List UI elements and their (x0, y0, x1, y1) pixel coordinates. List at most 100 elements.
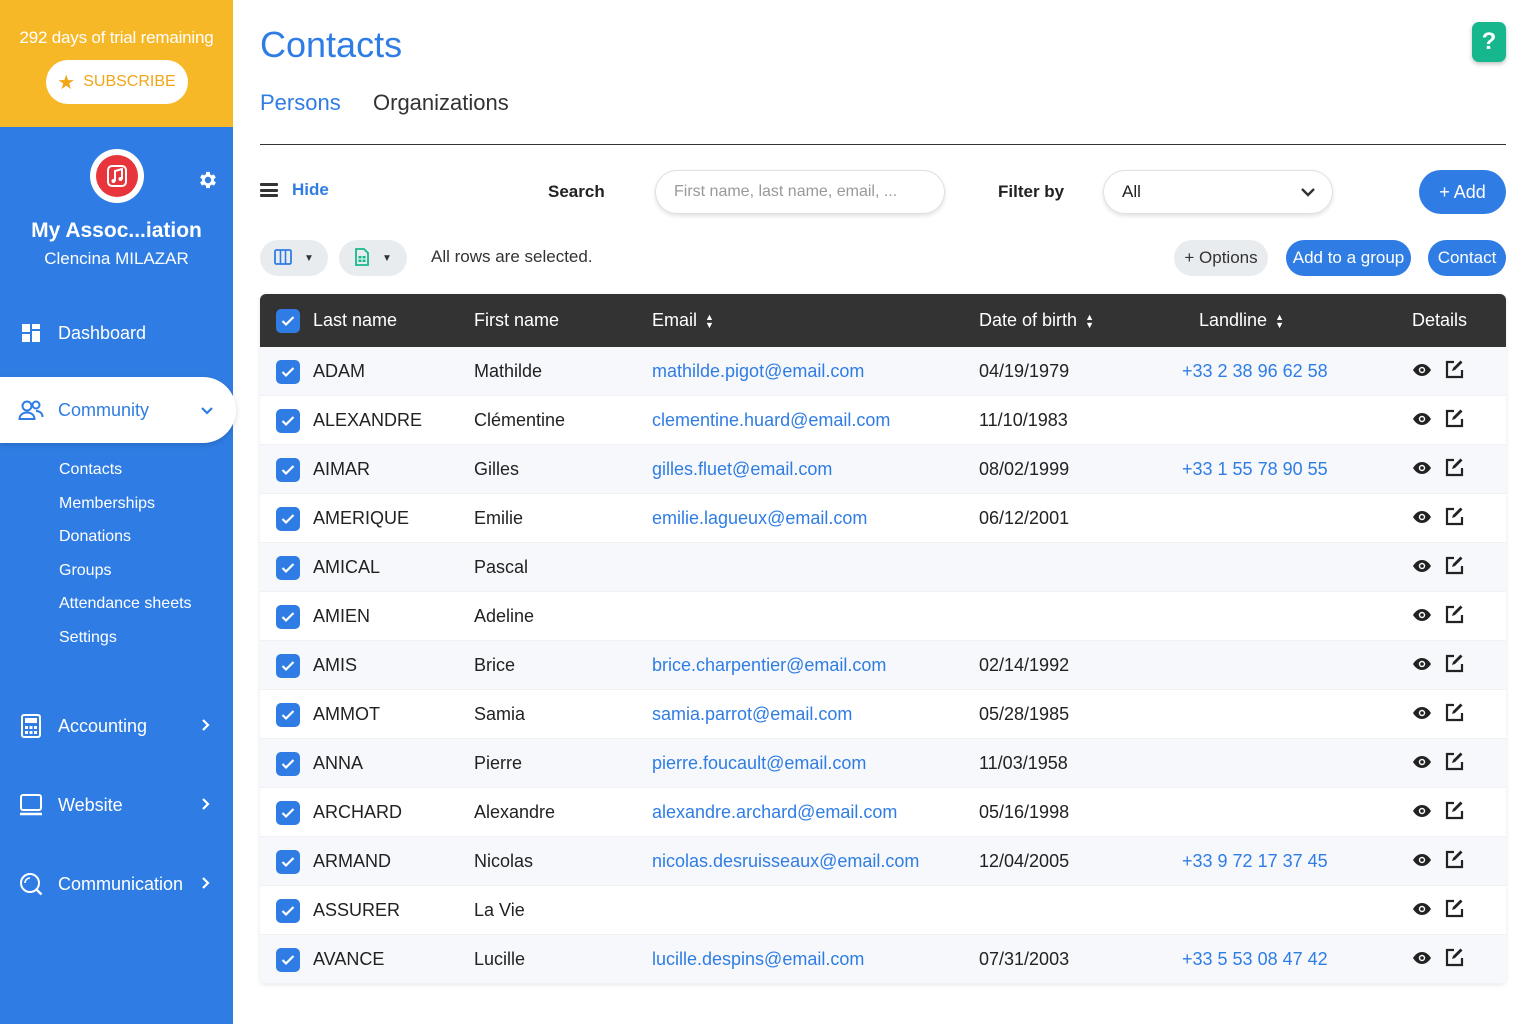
cell-landline-link[interactable]: +33 9 72 17 37 45 (1182, 837, 1328, 886)
subnav-attendance-sheets[interactable]: Attendance sheets (59, 591, 192, 625)
tabs-divider (260, 144, 1506, 145)
eye-icon[interactable] (1412, 557, 1432, 578)
row-checkbox[interactable] (276, 347, 300, 396)
eye-icon[interactable] (1412, 606, 1432, 627)
subnav-settings[interactable]: Settings (59, 625, 192, 659)
row-checkbox[interactable] (276, 445, 300, 494)
row-checkbox[interactable] (276, 886, 300, 935)
edit-icon[interactable] (1444, 506, 1464, 531)
cell-email-link[interactable]: nicolas.desruisseaux@email.com (652, 837, 919, 886)
search-input[interactable] (655, 170, 945, 214)
export-button[interactable]: ▼ (339, 240, 407, 276)
cell-email-link[interactable]: mathilde.pigot@email.com (652, 347, 864, 396)
eye-icon[interactable] (1412, 900, 1432, 921)
eye-icon[interactable] (1412, 508, 1432, 529)
cell-email-link[interactable]: alexandre.archard@email.com (652, 788, 897, 837)
row-checkbox[interactable] (276, 592, 300, 641)
row-checkbox[interactable] (276, 739, 300, 788)
table-row[interactable]: ARMAND Nicolas nicolas.desruisseaux@email.… (260, 837, 1506, 886)
table-row[interactable]: AVANCE Lucille lucille.despins@email.com 07… (260, 935, 1506, 984)
edit-icon[interactable] (1444, 653, 1464, 678)
tab-persons[interactable]: Persons (260, 90, 341, 116)
eye-icon[interactable] (1412, 459, 1432, 480)
cell-email-link[interactable]: samia.parrot@email.com (652, 690, 852, 739)
add-to-group-button[interactable]: Add to a group (1286, 240, 1411, 276)
eye-icon[interactable] (1412, 802, 1432, 823)
header-last-name[interactable]: Last name (313, 294, 397, 347)
edit-icon[interactable] (1444, 408, 1464, 433)
cell-email-link[interactable]: clementine.huard@email.com (652, 396, 890, 445)
edit-icon[interactable] (1444, 898, 1464, 923)
menu-icon (260, 183, 278, 197)
cell-landline-link[interactable]: +33 2 38 96 62 58 (1182, 347, 1328, 396)
nav-community[interactable]: Community (0, 377, 236, 443)
filter-select[interactable]: All (1103, 170, 1333, 214)
help-button[interactable]: ? (1472, 22, 1506, 62)
subscribe-button[interactable]: ★ SUBSCRIBE (45, 60, 188, 104)
eye-icon[interactable] (1412, 704, 1432, 725)
hide-filters-button[interactable]: Hide (260, 180, 329, 200)
contact-button[interactable]: Contact (1428, 240, 1506, 276)
row-checkbox[interactable] (276, 788, 300, 837)
options-button[interactable]: + Options (1174, 240, 1268, 276)
eye-icon[interactable] (1412, 851, 1432, 872)
edit-icon[interactable] (1444, 555, 1464, 580)
table-row[interactable]: AMERIQUE Emilie emilie.lagueux@email.com 06… (260, 494, 1506, 543)
table-row[interactable]: AMICAL Pascal (260, 543, 1506, 592)
table-row[interactable]: AIMAR Gilles gilles.fluet@email.com 08/02/1… (260, 445, 1506, 494)
table-row[interactable]: ALEXANDRE Clémentine clementine.huard@emai… (260, 396, 1506, 445)
edit-icon[interactable] (1444, 751, 1464, 776)
eye-icon[interactable] (1412, 949, 1432, 970)
eye-icon[interactable] (1412, 361, 1432, 382)
table-row[interactable]: ARCHARD Alexandre alexandre.archard@email.… (260, 788, 1506, 837)
row-checkbox[interactable] (276, 690, 300, 739)
subnav-contacts[interactable]: Contacts (59, 457, 192, 491)
edit-icon[interactable] (1444, 800, 1464, 825)
header-email[interactable]: Email ▲ ▼ (652, 294, 714, 347)
cell-landline-link[interactable]: +33 1 55 78 90 55 (1182, 445, 1328, 494)
cell-email-link[interactable]: brice.charpentier@email.com (652, 641, 886, 690)
row-checkbox[interactable] (276, 543, 300, 592)
table-row[interactable]: ANNA Pierre pierre.foucault@email.com 11/03… (260, 739, 1506, 788)
cell-email-link[interactable]: lucille.despins@email.com (652, 935, 864, 984)
nav-website[interactable]: Website (0, 775, 233, 835)
eye-icon[interactable] (1412, 410, 1432, 431)
table-row[interactable]: ADAM Mathilde mathilde.pigot@email.com 04/1… (260, 347, 1506, 396)
nav-accounting[interactable]: Accounting (0, 696, 233, 756)
cell-email-link[interactable]: emilie.lagueux@email.com (652, 494, 867, 543)
table-row[interactable]: ASSURER La Vie (260, 886, 1506, 935)
subnav-memberships[interactable]: Memberships (59, 491, 192, 525)
cell-first-name: Mathilde (474, 361, 543, 381)
select-all-checkbox[interactable] (276, 294, 300, 347)
edit-icon[interactable] (1444, 359, 1464, 384)
nav-communication[interactable]: Communication (0, 854, 233, 914)
header-first-name[interactable]: First name (474, 294, 559, 347)
nav-dashboard[interactable]: Dashboard (0, 303, 233, 363)
header-landline[interactable]: Landline ▲ ▼ (1199, 294, 1284, 347)
row-checkbox[interactable] (276, 837, 300, 886)
edit-icon[interactable] (1444, 849, 1464, 874)
columns-toggle-button[interactable]: ▼ (260, 240, 328, 276)
row-checkbox[interactable] (276, 396, 300, 445)
table-row[interactable]: AMIEN Adeline (260, 592, 1506, 641)
eye-icon[interactable] (1412, 655, 1432, 676)
header-date-of-birth[interactable]: Date of birth ▲ ▼ (979, 294, 1094, 347)
table-row[interactable]: AMMOT Samia samia.parrot@email.com 05/28/19… (260, 690, 1506, 739)
add-contact-button[interactable]: + Add (1419, 170, 1506, 214)
edit-icon[interactable] (1444, 702, 1464, 727)
row-checkbox[interactable] (276, 935, 300, 984)
eye-icon[interactable] (1412, 753, 1432, 774)
edit-icon[interactable] (1444, 457, 1464, 482)
cell-email-link[interactable]: gilles.fluet@email.com (652, 445, 832, 494)
row-checkbox[interactable] (276, 641, 300, 690)
cell-landline-link[interactable]: +33 5 53 08 47 42 (1182, 935, 1328, 984)
cell-email-link[interactable]: pierre.foucault@email.com (652, 739, 866, 788)
edit-icon[interactable] (1444, 604, 1464, 629)
subnav-groups[interactable]: Groups (59, 558, 192, 592)
edit-icon[interactable] (1444, 947, 1464, 972)
gear-icon[interactable] (197, 169, 219, 197)
tab-organizations[interactable]: Organizations (373, 90, 509, 116)
subnav-donations[interactable]: Donations (59, 524, 192, 558)
row-checkbox[interactable] (276, 494, 300, 543)
table-row[interactable]: AMIS Brice brice.charpentier@email.com 02/1… (260, 641, 1506, 690)
